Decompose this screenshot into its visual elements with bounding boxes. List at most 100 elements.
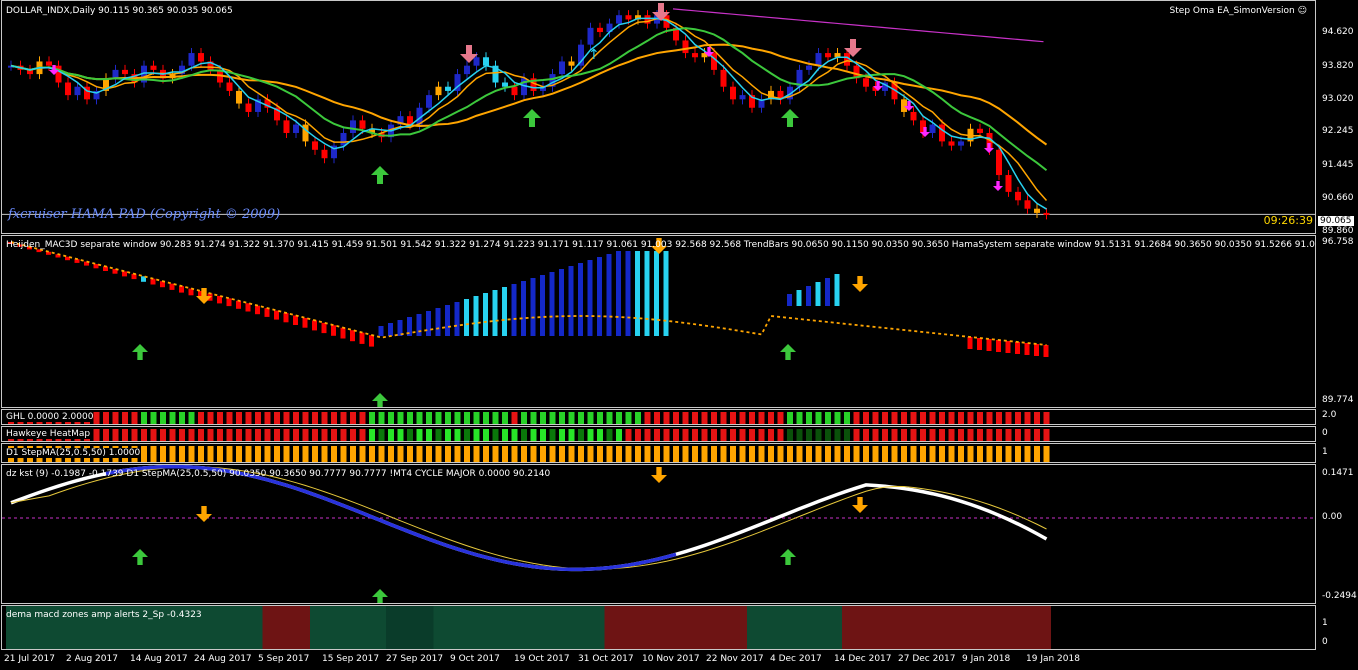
strip-cell [739, 429, 746, 441]
strip-cell [1015, 429, 1021, 441]
strip-cell [264, 412, 271, 424]
strip-cell [730, 412, 736, 424]
kst-pane[interactable]: dz kst (9) -0.1987 -0.1739 D1 StepMA(25,… [1, 464, 1316, 604]
candle-body [597, 27, 603, 33]
strip-cell [578, 446, 584, 462]
strip-cell [768, 429, 774, 441]
strip-cell [388, 429, 394, 441]
ytick: 0.00 [1322, 512, 1343, 522]
heijden-bar [1005, 341, 1011, 353]
candle-body [122, 69, 128, 75]
heijden-bar [1043, 345, 1049, 357]
macd-zone [680, 606, 690, 649]
strip-cell [549, 429, 556, 441]
macd-zone [804, 606, 814, 649]
strip-cell [188, 446, 195, 462]
strip-cell [1043, 429, 1050, 441]
macd-zone [310, 606, 320, 649]
xtick: 22 Nov 2017 [706, 654, 764, 664]
macd-zone [823, 606, 833, 649]
strip-cell [103, 429, 109, 441]
candle-body [473, 57, 480, 66]
macd-zone [728, 606, 738, 649]
main-chart-pane[interactable]: ↑ DOLLAR_INDX,Daily 90.115 90.365 90.035… [1, 0, 1316, 234]
candle-body [929, 124, 936, 133]
strip-cell [530, 429, 537, 441]
strip-cell [502, 446, 508, 462]
strip-cell [939, 429, 945, 441]
strip-cell [369, 446, 375, 462]
strip-cell [986, 446, 993, 462]
macd-zone [538, 606, 548, 649]
strip-cell [388, 412, 394, 424]
strip-cell [711, 446, 717, 462]
strip-cell [340, 429, 347, 441]
strip-cell [435, 412, 442, 424]
strip-cell [939, 446, 945, 462]
candle-body [188, 53, 195, 66]
candle-body [1024, 200, 1031, 209]
ghl-strip[interactable]: GHL 0.0000 2.0000 [1, 409, 1316, 425]
strip-cell [549, 412, 556, 424]
candle-body [340, 132, 347, 146]
strip-cell [920, 429, 926, 441]
ytick: -0.2494 [1322, 591, 1357, 601]
strip-cell [340, 412, 347, 424]
ytick: 1 [1322, 618, 1328, 628]
strip-cell [777, 412, 784, 424]
xtick: 27 Dec 2017 [898, 654, 956, 664]
strip-cell [616, 446, 622, 462]
strip-cell [806, 446, 812, 462]
stepma-strip[interactable]: D1 StepMA(25,0.5,50) 1.0000 [1, 443, 1316, 463]
strip-cell [948, 429, 955, 441]
macd-zone [443, 606, 453, 649]
ytick: 93.820 [1322, 61, 1354, 71]
strip-cell [863, 446, 869, 462]
sell-arrow [196, 506, 212, 522]
heijden-bar [464, 299, 469, 336]
strip-cell [768, 446, 774, 462]
heijden-bar [663, 251, 669, 336]
strip-cell [568, 429, 575, 441]
strip-cell [217, 412, 223, 424]
heijden-bar [122, 271, 127, 277]
buy-arrow [781, 109, 799, 127]
ghl-label: GHL 0.0000 2.0000 [6, 412, 94, 422]
candle-body [1005, 175, 1012, 192]
ytick: 89.860 [1322, 226, 1354, 236]
strip-cell [103, 412, 109, 424]
strip-cell [226, 446, 233, 462]
strip-cell [815, 429, 822, 441]
heijden-pane[interactable]: Heijden_MAC3D separate window 90.283 91.… [1, 235, 1316, 408]
strip-cell [787, 412, 793, 424]
ghl-bars [8, 412, 1050, 424]
strip-cell [1015, 412, 1021, 424]
macd-zone [1032, 606, 1042, 649]
heijden-bar [796, 290, 802, 306]
strip-cell [312, 429, 318, 441]
heatmap-strip[interactable]: Hawkeye HeatMap [1, 426, 1316, 442]
dema-pane[interactable]: dema macd zones amp alerts 2_Sp -0.4323 [1, 605, 1316, 650]
macd-zone [243, 606, 253, 649]
kst-indicator [2, 465, 1315, 603]
strip-cell [720, 412, 727, 424]
macd-zone [348, 606, 358, 649]
candle-body [939, 124, 945, 142]
strip-cell [169, 429, 176, 441]
heijden-bar [369, 335, 374, 347]
heijden-bar [483, 293, 488, 336]
chart-title: DOLLAR_INDX,Daily 90.115 90.365 90.035 9… [6, 6, 233, 16]
macd-zone [994, 606, 1004, 649]
strip-cell [217, 429, 223, 441]
macd-zone [614, 606, 624, 649]
strip-cell [815, 446, 822, 462]
strip-cell [169, 446, 176, 462]
strip-cell [141, 412, 147, 424]
strip-cell [312, 446, 318, 462]
macd-zone [300, 606, 310, 649]
heijden-bar [815, 282, 821, 306]
strip-cell [901, 412, 907, 424]
heijden-bar [825, 278, 830, 306]
strip-cell [207, 446, 214, 462]
candle-body [1043, 212, 1050, 215]
